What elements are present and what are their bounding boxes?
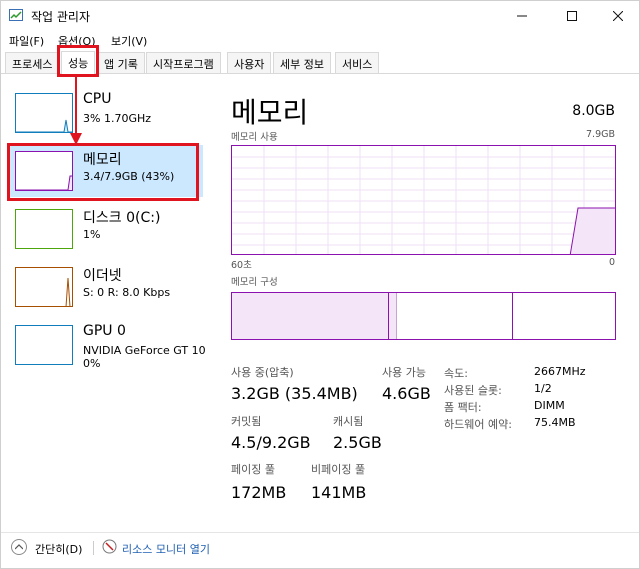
tab-services[interactable]: 서비스: [335, 52, 380, 73]
close-icon: [613, 11, 623, 21]
cpu-thumbnail-graph: [15, 93, 73, 133]
footer-divider: [93, 541, 94, 555]
paged-pool-value: 172MB: [231, 483, 287, 502]
resource-detail: 3% 1.70GHz: [83, 112, 152, 125]
slots-label: 사용된 슬롯:: [444, 384, 502, 397]
menu-file[interactable]: 파일(F): [9, 33, 44, 49]
minimize-icon: [517, 15, 527, 17]
page-title: 메모리: [231, 96, 309, 129]
gpu-thumbnail-graph: [15, 325, 73, 365]
resource-ethernet[interactable]: 이더넷 S: 0 R: 8.0 Kbps: [7, 261, 203, 313]
modified-segment: [389, 293, 397, 339]
tab-app-history[interactable]: 앱 기록: [97, 52, 145, 73]
maximize-button[interactable]: [549, 1, 595, 31]
form-factor-value: DIMM: [534, 399, 565, 412]
task-manager-window: 작업 관리자 파일(F) 옵션(O) 보기(V) 프로세스 성능 앱 기록 시작…: [0, 0, 640, 569]
cached-value: 2.5GB: [333, 433, 382, 452]
tab-details[interactable]: 세부 정보: [273, 52, 331, 73]
resource-name: GPU 0: [83, 323, 126, 339]
hardware-reserved-label: 하드웨어 예약:: [444, 418, 512, 431]
memory-usage-graph: [231, 145, 616, 255]
resource-detail-2: 0%: [83, 357, 101, 370]
title-bar: 작업 관리자: [1, 1, 639, 31]
collapse-chevron-icon[interactable]: [11, 539, 27, 555]
committed-label: 커밋됨: [231, 415, 262, 428]
nonpaged-pool-label: 비페이징 풀: [311, 463, 366, 476]
slots-value: 1/2: [534, 382, 552, 395]
resource-gpu[interactable]: GPU 0 NVIDIA GeForce GT 103 0%: [7, 319, 206, 377]
in-use-label: 사용 중(압축): [231, 366, 294, 379]
resource-list: CPU 3% 1.70GHz 메모리 3.4/7.9GB (43%) 디스크 0…: [1, 87, 206, 377]
annotation-arrow-icon: [70, 77, 82, 145]
resource-name: CPU: [83, 91, 112, 107]
usage-graph-max: 7.9GB: [586, 129, 615, 140]
maximize-icon: [567, 11, 577, 21]
hardware-reserved-value: 75.4MB: [534, 416, 576, 429]
annotation-box-performance-tab: [57, 45, 99, 77]
memory-composition-bar: [231, 292, 616, 340]
close-button[interactable]: [595, 1, 640, 31]
available-label: 사용 가능: [382, 366, 426, 379]
paged-pool-label: 페이징 풀: [231, 463, 275, 476]
resource-cpu[interactable]: CPU 3% 1.70GHz: [7, 87, 203, 139]
resource-name: 디스크 0(C:): [83, 210, 161, 226]
available-value: 4.6GB: [382, 384, 431, 403]
resource-name: 이더넷: [83, 268, 122, 284]
speed-label: 속도:: [444, 367, 468, 380]
memory-total: 8.0GB: [572, 103, 615, 119]
footer-bar: 간단히(D) 리소스 모니터 열기: [1, 532, 639, 568]
annotation-box-memory-item: [7, 143, 199, 201]
speed-value: 2667MHz: [534, 365, 586, 378]
graph-time-end: 0: [608, 257, 615, 268]
resource-disk[interactable]: 디스크 0(C:) 1%: [7, 203, 203, 255]
minimize-button[interactable]: [499, 1, 545, 31]
nonpaged-pool-value: 141MB: [311, 483, 367, 502]
tab-users[interactable]: 사용자: [227, 52, 272, 73]
in-use-value: 3.2GB (35.4MB): [231, 384, 358, 403]
window-title: 작업 관리자: [31, 10, 91, 24]
resource-detail: 1%: [83, 228, 101, 241]
usage-graph-label: 메모리 사용: [231, 132, 278, 143]
form-factor-label: 폼 팩터:: [444, 401, 482, 414]
resource-detail: S: 0 R: 8.0 Kbps: [83, 286, 171, 299]
graph-time-start: 60초: [231, 260, 252, 271]
cached-label: 캐시됨: [333, 415, 364, 428]
open-resource-monitor-link[interactable]: 리소스 모니터 열기: [122, 541, 210, 557]
committed-value: 4.5/9.2GB: [231, 433, 311, 452]
ethernet-thumbnail-graph: [15, 267, 73, 307]
resource-monitor-icon: [102, 539, 117, 554]
disk-thumbnail-graph: [15, 209, 73, 249]
in-use-segment: [232, 293, 389, 339]
composition-label: 메모리 구성: [231, 277, 278, 288]
usage-graph-canvas: [232, 146, 615, 254]
tab-startup[interactable]: 시작프로그램: [146, 52, 221, 73]
standby-divider: [512, 293, 513, 339]
task-manager-icon: [9, 9, 23, 21]
resource-detail: NVIDIA GeForce GT 103: [83, 344, 206, 357]
menu-view[interactable]: 보기(V): [111, 33, 147, 49]
collapse-button[interactable]: 간단히(D): [35, 541, 82, 557]
tab-processes[interactable]: 프로세스: [5, 52, 60, 73]
